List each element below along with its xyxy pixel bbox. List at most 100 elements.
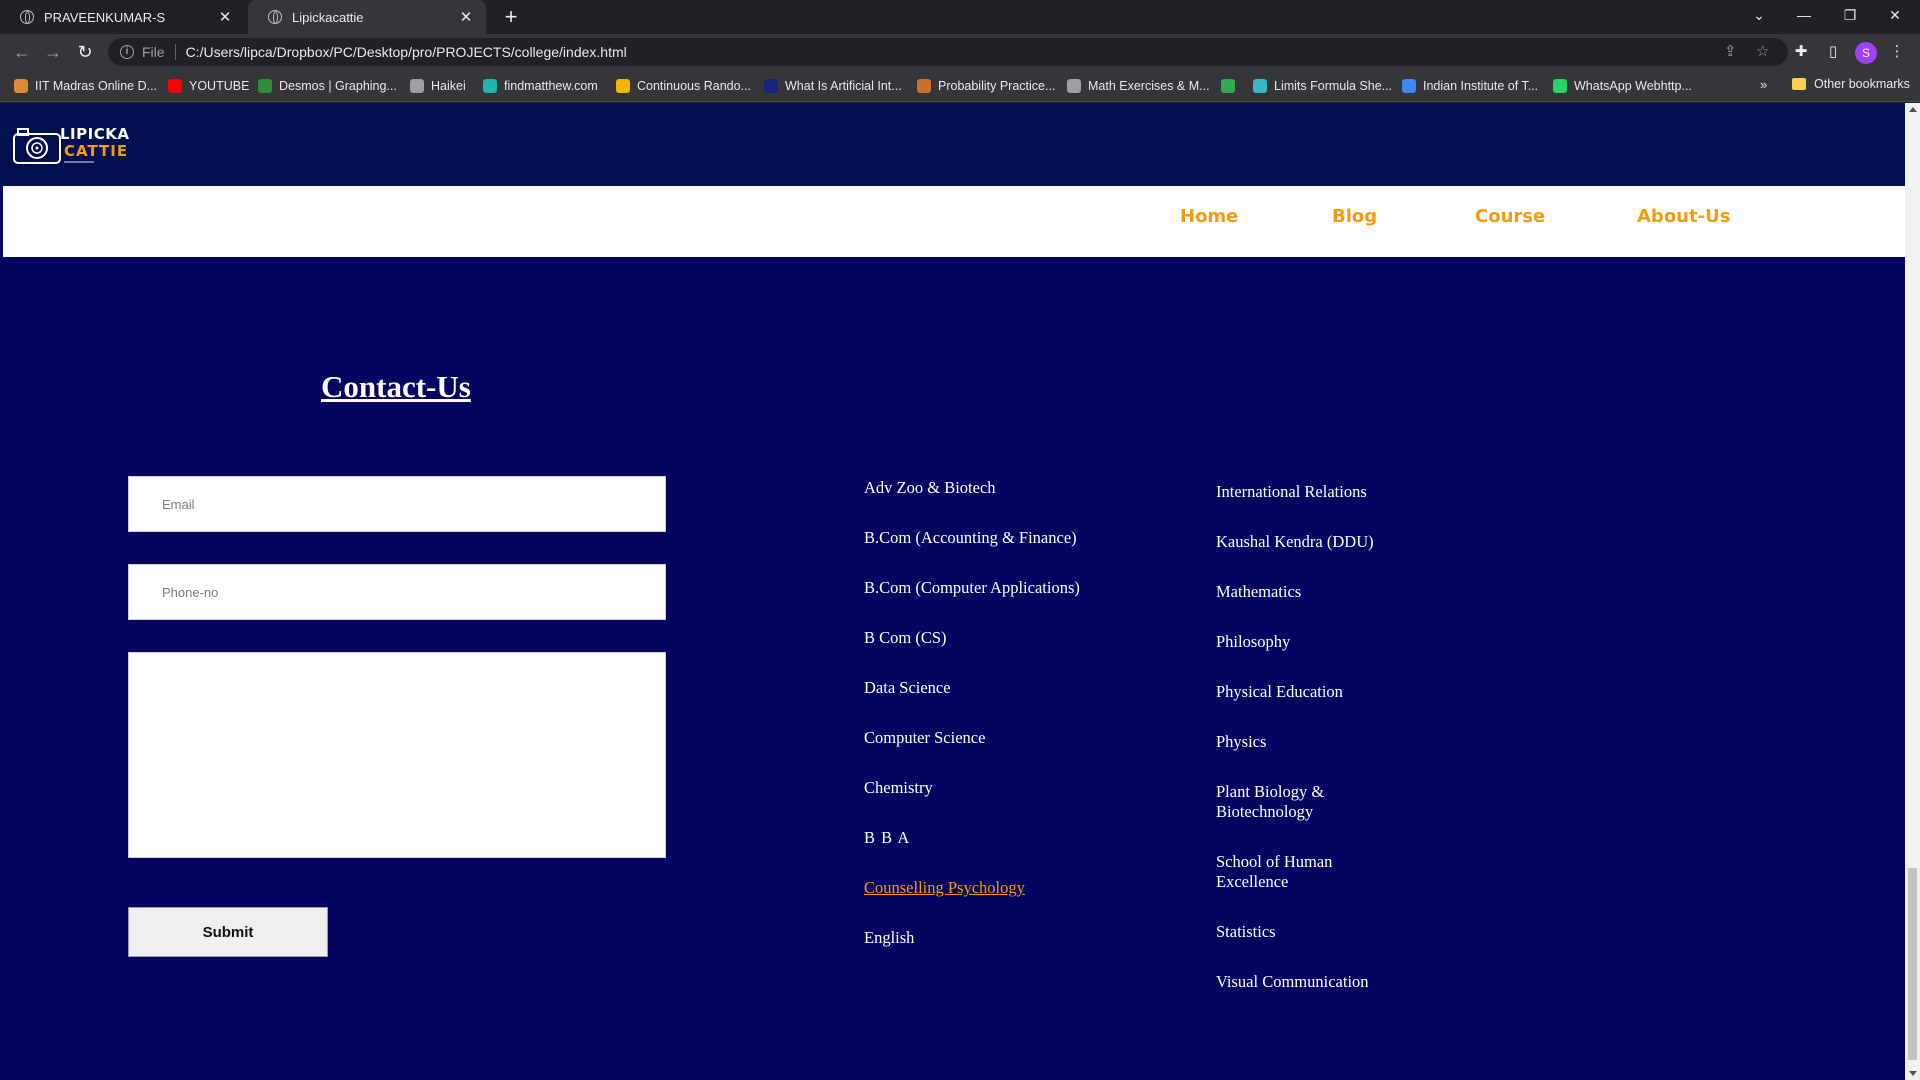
site-header: LIPICKA CATTIE: [0, 103, 1905, 186]
back-button[interactable]: ←: [8, 39, 36, 65]
bookmark-youtube[interactable]: YOUTUBE: [168, 77, 249, 95]
bookmark-math-exercises[interactable]: Math Exercises & M...: [1067, 77, 1210, 95]
course-link[interactable]: Plant Biology & Biotechnology: [1216, 782, 1356, 822]
tab-search-icon[interactable]: ⌄: [1743, 0, 1775, 30]
page-scrollbar[interactable]: [1905, 103, 1920, 1080]
nav-about-us[interactable]: About-Us: [1637, 206, 1730, 227]
more-bookmarks-button[interactable]: »: [1760, 77, 1767, 92]
youtube-icon: [168, 79, 182, 93]
page-viewport: LIPICKA CATTIE Home Blog Course About-Us…: [0, 103, 1905, 1080]
logo-text-bottom: CATTIE: [64, 142, 129, 160]
scroll-down-icon[interactable]: [1909, 1071, 1917, 1076]
bookmark-favicon-icon: [1253, 79, 1267, 93]
tab-title: Lipickacattie: [292, 9, 364, 25]
side-panel-icon[interactable]: ▯: [1822, 41, 1844, 63]
bookmark-limits-formula[interactable]: Limits Formula She...: [1253, 77, 1392, 95]
course-link[interactable]: Data Science: [864, 678, 1104, 698]
address-bar[interactable]: i File C:/Users/lipca/Dropbox/PC/Desktop…: [108, 38, 1788, 66]
bookmark-label: What Is Artificial Int...: [785, 79, 902, 93]
new-tab-button[interactable]: +: [498, 4, 524, 30]
bookmark-probability-practice[interactable]: Probability Practice...: [917, 77, 1055, 95]
bookmark-drive[interactable]: [1221, 77, 1242, 95]
bookmark-findmatthew[interactable]: findmatthew.com: [483, 77, 598, 95]
course-link-visited[interactable]: Counselling Psychology: [864, 878, 1104, 898]
course-link[interactable]: B.Com (Accounting & Finance): [864, 528, 1104, 548]
main-nav: Home Blog Course About-Us: [3, 186, 1905, 257]
reload-button[interactable]: ↻: [71, 39, 99, 65]
forward-button[interactable]: →: [39, 39, 67, 65]
course-link[interactable]: International Relations: [1216, 482, 1456, 502]
bookmark-label: Probability Practice...: [938, 79, 1056, 93]
contact-title: Contact-Us: [321, 369, 471, 404]
course-link[interactable]: Visual Communication: [1216, 972, 1456, 992]
tab-lipickacattie[interactable]: Lipickacattie ✕: [248, 0, 486, 34]
profile-avatar[interactable]: S: [1855, 42, 1877, 64]
info-icon[interactable]: i: [120, 45, 134, 59]
course-link[interactable]: Kaushal Kendra (DDU): [1216, 532, 1456, 552]
course-link[interactable]: Mathematics: [1216, 582, 1456, 602]
bookmark-favicon-icon: [483, 79, 497, 93]
globe-icon: [410, 79, 424, 93]
bookmark-label: Desmos | Graphing...: [279, 79, 397, 93]
bookmark-favicon-icon: [616, 79, 630, 93]
extensions-icon[interactable]: ✚: [1790, 41, 1812, 63]
menu-icon[interactable]: ⋮: [1886, 41, 1908, 63]
course-link[interactable]: Philosophy: [1216, 632, 1456, 652]
camera-icon: [13, 128, 61, 164]
nav-course[interactable]: Course: [1475, 206, 1545, 227]
bookmark-iit-madras[interactable]: IIT Madras Online D...: [14, 77, 157, 95]
scroll-thumb[interactable]: [1908, 868, 1917, 1060]
close-window-button[interactable]: ✕: [1879, 0, 1911, 30]
message-textarea[interactable]: [128, 652, 666, 858]
course-link[interactable]: Adv Zoo & Biotech: [864, 478, 1104, 498]
close-icon[interactable]: ✕: [217, 8, 233, 26]
bookmark-star-icon[interactable]: ☆: [1756, 42, 1769, 60]
minimize-button[interactable]: —: [1788, 0, 1820, 30]
course-link[interactable]: Physical Education: [1216, 682, 1456, 702]
bookmark-whatsapp[interactable]: WhatsApp Webhttp...: [1553, 77, 1692, 95]
globe-icon: [20, 10, 34, 24]
submit-button[interactable]: Submit: [128, 907, 328, 957]
course-link[interactable]: B.Com (Computer Applications): [864, 578, 1124, 598]
bookmark-favicon-icon: [1402, 79, 1416, 93]
close-icon[interactable]: ✕: [458, 8, 474, 26]
phone-field[interactable]: Phone-no: [128, 564, 666, 620]
course-link[interactable]: Statistics: [1216, 922, 1456, 942]
bookmark-label: Math Exercises & M...: [1088, 79, 1210, 93]
course-link[interactable]: B B A: [864, 828, 1104, 848]
other-bookmarks[interactable]: Other bookmarks: [1792, 77, 1910, 91]
bookmark-continuous-random[interactable]: Continuous Rando...: [616, 77, 751, 95]
share-icon[interactable]: ⇪: [1724, 42, 1737, 60]
bookmark-desmos[interactable]: Desmos | Graphing...: [258, 77, 397, 95]
drive-icon: [1221, 79, 1235, 93]
tab-praveenkumar[interactable]: PRAVEENKUMAR-S ✕: [0, 0, 245, 34]
bookmark-favicon-icon: [917, 79, 931, 93]
course-link[interactable]: Chemistry: [864, 778, 1104, 798]
scroll-up-icon[interactable]: [1909, 107, 1917, 112]
bookmark-label: findmatthew.com: [504, 79, 598, 93]
bookmark-artificial-int[interactable]: What Is Artificial Int...: [764, 77, 902, 95]
site-logo[interactable]: LIPICKA CATTIE: [12, 121, 132, 169]
bookmarks-bar: IIT Madras Online D... YOUTUBE Desmos | …: [0, 70, 1920, 102]
course-link[interactable]: Computer Science: [864, 728, 1104, 748]
nav-blog[interactable]: Blog: [1332, 206, 1377, 227]
course-link[interactable]: School of Human Excellence: [1216, 852, 1356, 892]
nav-home[interactable]: Home: [1180, 206, 1238, 227]
restore-button[interactable]: ❐: [1834, 0, 1866, 30]
browser-toolbar: ← → ↻ i File C:/Users/lipca/Dropbox/PC/D…: [0, 34, 1920, 70]
course-link[interactable]: English: [864, 928, 1104, 948]
bookmark-favicon-icon: [764, 79, 778, 93]
course-link[interactable]: B Com (CS): [864, 628, 1104, 648]
bookmark-indian-institute[interactable]: Indian Institute of T...: [1402, 77, 1538, 95]
bookmark-label: Indian Institute of T...: [1423, 79, 1539, 93]
folder-icon: [1792, 78, 1806, 90]
bookmark-label: Haikei: [431, 79, 466, 93]
globe-icon: [268, 10, 282, 24]
bookmark-haikei[interactable]: Haikei: [410, 77, 466, 95]
bookmark-label: IIT Madras Online D...: [35, 79, 158, 93]
course-link[interactable]: Physics: [1216, 732, 1456, 752]
tab-title: PRAVEENKUMAR-S: [44, 9, 166, 25]
desmos-icon: [258, 79, 272, 93]
email-field[interactable]: Email: [128, 476, 666, 532]
whatsapp-icon: [1553, 79, 1567, 93]
